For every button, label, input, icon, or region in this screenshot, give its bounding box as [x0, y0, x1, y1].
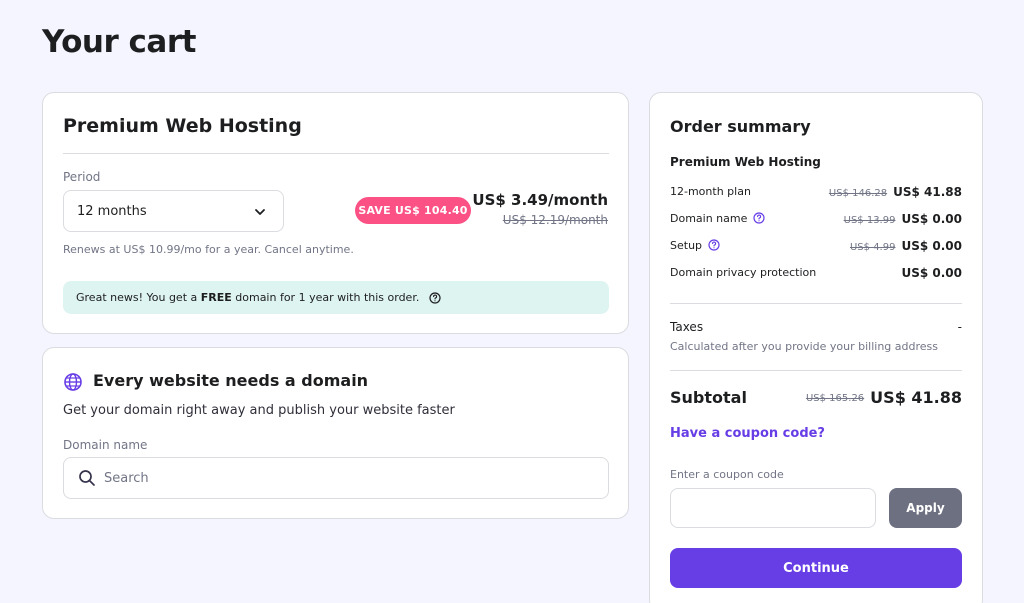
globe-icon	[64, 373, 82, 391]
hosting-divider	[63, 153, 609, 154]
summary-row-label: Setup	[670, 239, 703, 252]
taxes-value: -	[957, 320, 962, 334]
domain-search-field	[63, 457, 609, 499]
subtotal-amount: US$ 41.88	[870, 388, 962, 407]
summary-row-label: 12-month plan	[670, 185, 751, 198]
summary-row-amount: US$ 0.00	[901, 266, 962, 280]
monthly-price: US$ 3.49/month	[472, 191, 608, 209]
page-title: Your cart	[42, 24, 196, 60]
period-label: Period	[63, 170, 101, 184]
summary-product-name: Premium Web Hosting	[670, 155, 821, 169]
hosting-card: Premium Web Hosting Period 12 months SAV…	[42, 92, 629, 334]
apply-coupon-button[interactable]: Apply	[889, 488, 962, 528]
summary-row-setup: Setup US$ 4.99 US$ 0.00	[670, 239, 962, 257]
banner-text-bold: FREE	[200, 291, 232, 304]
summary-row-old-price: US$ 13.99	[843, 215, 896, 226]
summary-row-amount: US$ 0.00	[901, 239, 962, 253]
summary-row-label: Domain name	[670, 212, 748, 225]
question-circle-icon[interactable]	[708, 239, 720, 251]
chevron-down-icon	[255, 209, 265, 215]
coupon-input[interactable]	[670, 488, 876, 528]
summary-title: Order summary	[670, 117, 811, 136]
summary-row-privacy: Domain privacy protection US$ 0.00	[670, 266, 962, 284]
order-summary-card: Order summary Premium Web Hosting 12-mon…	[649, 92, 983, 603]
domain-subtitle: Get your domain right away and publish y…	[63, 403, 455, 418]
renewal-note: Renews at US$ 10.99/mo for a year. Cance…	[63, 243, 354, 256]
free-domain-banner: Great news! You get a FREE domain for 1 …	[63, 281, 609, 314]
summary-row-old-price: US$ 4.99	[849, 242, 896, 253]
question-circle-icon[interactable]	[753, 212, 765, 224]
summary-row-domain: Domain name US$ 13.99 US$ 0.00	[670, 212, 962, 230]
subtotal-old-price: US$ 165.26	[805, 393, 865, 404]
period-select[interactable]: 12 months	[63, 190, 284, 232]
subtotal-row: Subtotal US$ 165.26 US$ 41.88	[670, 388, 962, 410]
taxes-note: Calculated after you provide your billin…	[670, 340, 938, 353]
coupon-link[interactable]: Have a coupon code?	[670, 426, 825, 441]
summary-row-plan: 12-month plan US$ 146.28 US$ 41.88	[670, 185, 962, 203]
summary-divider	[670, 303, 962, 304]
taxes-label: Taxes	[670, 320, 704, 334]
domain-search-input[interactable]	[104, 466, 584, 490]
banner-text-suffix: domain for 1 year with this order.	[231, 291, 420, 304]
subtotal-label: Subtotal	[670, 388, 747, 407]
domain-title: Every website needs a domain	[93, 371, 369, 390]
summary-row-label: Domain privacy protection	[670, 266, 817, 279]
banner-text-prefix: Great news! You get a	[76, 291, 201, 304]
summary-row-old-price: US$ 146.28	[828, 188, 888, 199]
banner-text: Great news! You get a FREE domain for 1 …	[76, 291, 441, 304]
domain-card: Every website needs a domain Get your do…	[42, 347, 629, 519]
hosting-title: Premium Web Hosting	[63, 115, 302, 137]
summary-row-amount: US$ 41.88	[893, 185, 962, 199]
summary-divider	[670, 370, 962, 371]
period-select-value: 12 months	[77, 204, 147, 219]
search-icon	[79, 470, 95, 486]
question-circle-icon[interactable]	[429, 292, 441, 304]
continue-button[interactable]: Continue	[670, 548, 962, 588]
domain-name-label: Domain name	[63, 438, 148, 452]
summary-product: Premium Web Hosting	[670, 155, 962, 173]
coupon-label: Enter a coupon code	[670, 468, 784, 481]
taxes-row: Taxes -	[670, 320, 962, 338]
save-badge: SAVE US$ 104.40	[355, 197, 471, 224]
summary-row-amount: US$ 0.00	[901, 212, 962, 226]
old-monthly-price: US$ 12.19/month	[502, 213, 608, 227]
